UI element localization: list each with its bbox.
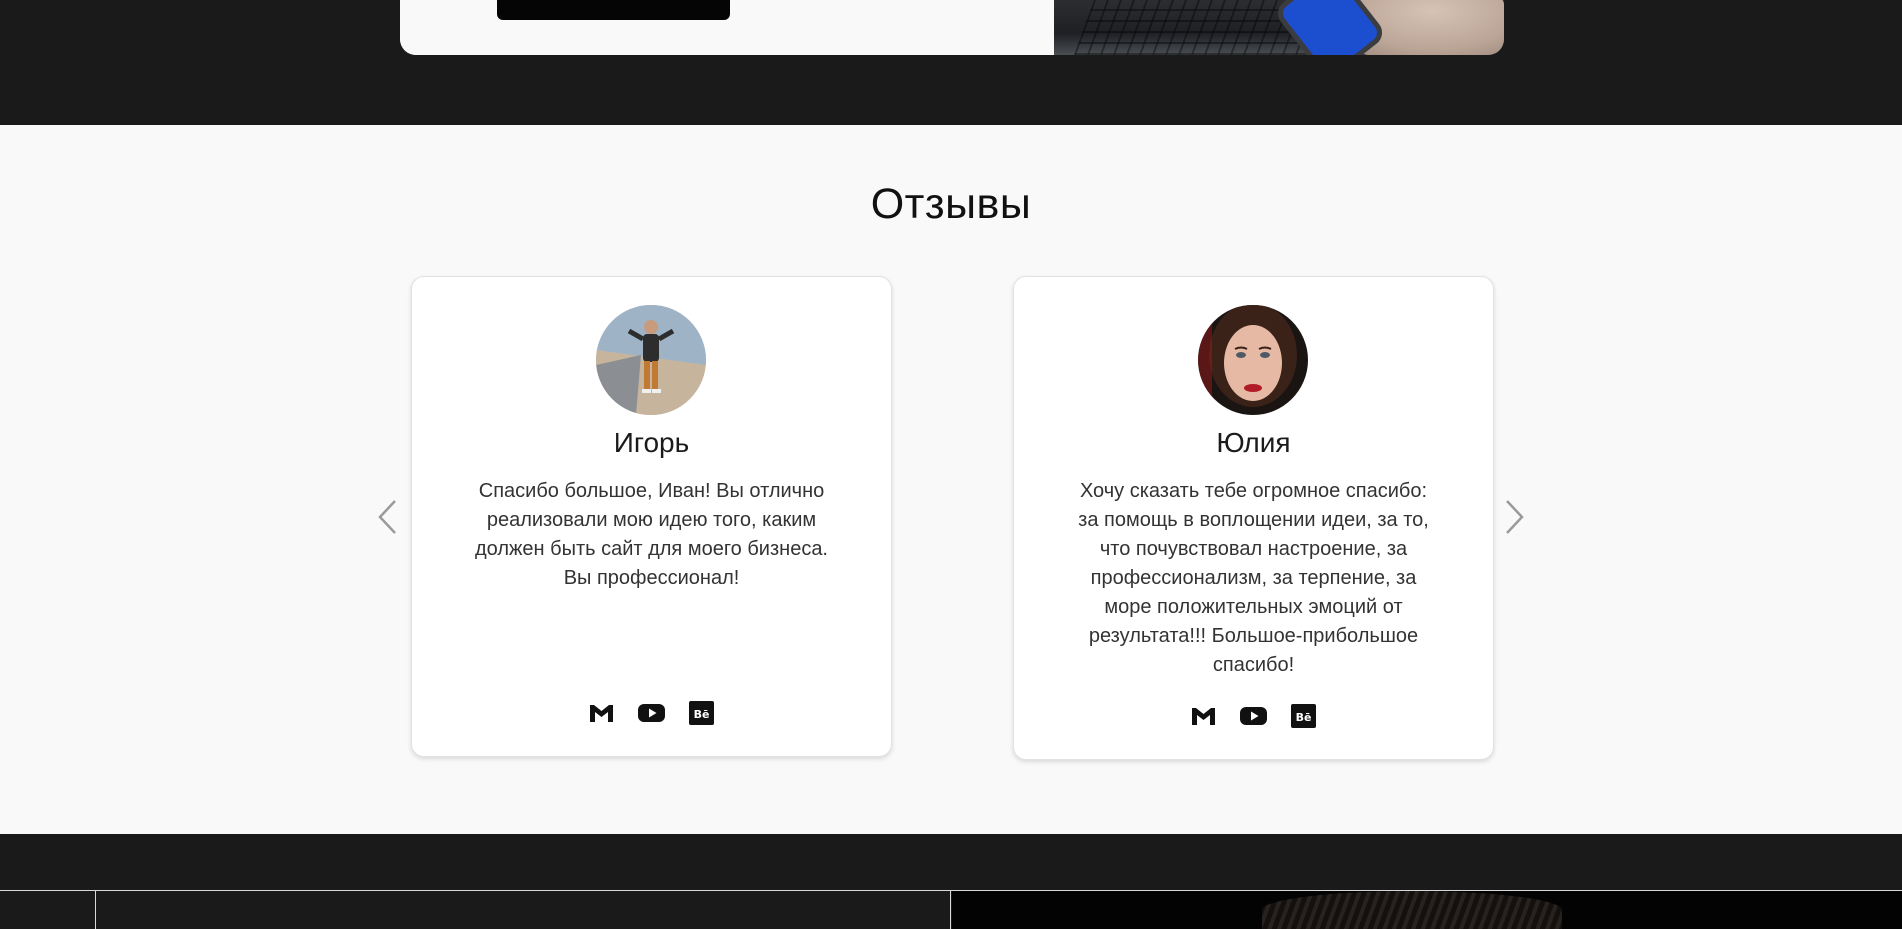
promo-card-content xyxy=(400,0,1054,55)
reviewer-name: Игорь xyxy=(613,427,690,458)
avatar xyxy=(1198,305,1308,415)
youtube-icon[interactable] xyxy=(638,701,665,725)
bottom-section xyxy=(0,834,1902,929)
social-links: Bē xyxy=(412,701,891,725)
carousel-next-button[interactable] xyxy=(1499,497,1529,537)
review-card: Юлия Хочу сказать тебе огромное спасибо:… xyxy=(1013,276,1494,760)
review-text: Хочу сказать тебе огромное спасибо: за п… xyxy=(1078,480,1429,676)
page: Отзывы Игорь Спасибо большое, Иван! Вы о… xyxy=(0,0,1902,929)
reviewer-name: Юлия xyxy=(1216,427,1291,458)
divider xyxy=(950,890,951,929)
youtube-icon[interactable] xyxy=(1240,704,1267,728)
avatar-photo-woman xyxy=(1198,305,1308,415)
laptop-phone-photo xyxy=(1054,0,1504,55)
social-links: Bē xyxy=(1014,704,1493,728)
gmail-icon[interactable] xyxy=(588,701,615,725)
carousel-prev-button[interactable] xyxy=(373,497,403,537)
chevron-left-icon xyxy=(378,500,396,534)
behance-icon[interactable]: Bē xyxy=(1290,704,1317,728)
section-title: Отзывы xyxy=(870,180,1032,228)
avatar xyxy=(596,305,706,415)
review-card: Игорь Спасибо большое, Иван! Вы отлично … xyxy=(411,276,892,757)
avatar-photo-man xyxy=(596,305,706,415)
promo-button[interactable] xyxy=(497,0,730,20)
hair-shape xyxy=(1262,891,1562,929)
svg-text:Bē: Bē xyxy=(1296,711,1312,724)
gmail-icon[interactable] xyxy=(1190,704,1217,728)
behance-icon[interactable]: Bē xyxy=(688,701,715,725)
top-section xyxy=(0,0,1902,125)
svg-text:Bē: Bē xyxy=(694,708,710,721)
review-text: Спасибо большое, Иван! Вы отлично реализ… xyxy=(474,480,828,589)
divider xyxy=(95,890,96,929)
promo-card xyxy=(400,0,1504,55)
chevron-right-icon xyxy=(1506,500,1524,534)
reviews-section: Отзывы Игорь Спасибо большое, Иван! Вы о… xyxy=(0,125,1902,834)
portrait-photo xyxy=(952,891,1902,929)
